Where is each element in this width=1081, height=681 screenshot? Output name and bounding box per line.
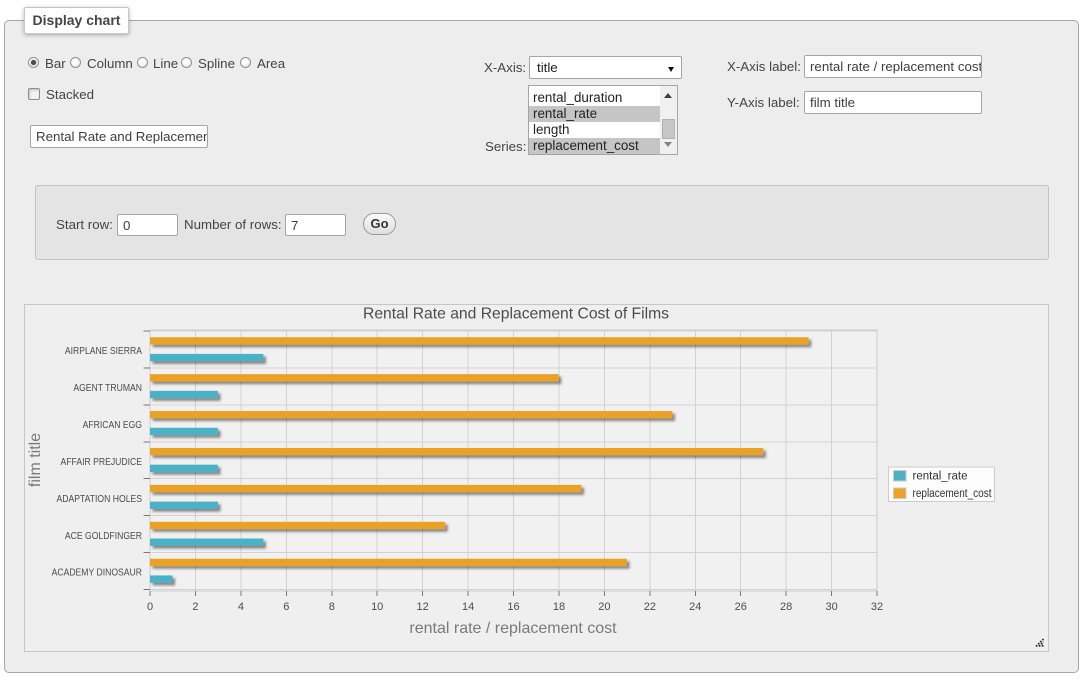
svg-text:rental_rate: rental_rate bbox=[913, 471, 968, 483]
svg-text:AFFAIR PREJUDICE: AFFAIR PREJUDICE bbox=[61, 456, 142, 468]
svg-text:Rental Rate and Replacement Co: Rental Rate and Replacement Cost of Film… bbox=[363, 306, 669, 323]
svg-text:32: 32 bbox=[871, 601, 883, 613]
svg-text:AFRICAN EGG: AFRICAN EGG bbox=[83, 419, 142, 431]
svg-text:ADAPTATION HOLES: ADAPTATION HOLES bbox=[57, 493, 142, 505]
svg-text:2: 2 bbox=[192, 601, 198, 613]
svg-text:14: 14 bbox=[462, 601, 474, 613]
svg-text:22: 22 bbox=[644, 601, 656, 613]
svg-text:18: 18 bbox=[553, 601, 565, 613]
svg-text:16: 16 bbox=[507, 601, 519, 613]
svg-text:28: 28 bbox=[780, 601, 792, 613]
svg-text:film title: film title bbox=[27, 433, 44, 487]
svg-text:4: 4 bbox=[238, 601, 244, 613]
svg-text:0: 0 bbox=[147, 601, 153, 613]
svg-text:30: 30 bbox=[825, 601, 837, 613]
svg-text:12: 12 bbox=[417, 601, 429, 613]
svg-text:6: 6 bbox=[283, 601, 289, 613]
svg-text:replacement_cost: replacement_cost bbox=[913, 488, 993, 500]
svg-text:26: 26 bbox=[735, 601, 747, 613]
svg-text:rental rate / replacement cost: rental rate / replacement cost bbox=[409, 620, 617, 637]
svg-text:AIRPLANE SIERRA: AIRPLANE SIERRA bbox=[65, 345, 143, 357]
svg-text:8: 8 bbox=[329, 601, 335, 613]
svg-text:AGENT TRUMAN: AGENT TRUMAN bbox=[73, 382, 142, 394]
svg-text:ACE GOLDFINGER: ACE GOLDFINGER bbox=[65, 530, 142, 542]
svg-text:20: 20 bbox=[598, 601, 610, 613]
svg-text:24: 24 bbox=[689, 601, 701, 613]
svg-text:ACADEMY DINOSAUR: ACADEMY DINOSAUR bbox=[52, 567, 142, 579]
svg-text:10: 10 bbox=[371, 601, 383, 613]
